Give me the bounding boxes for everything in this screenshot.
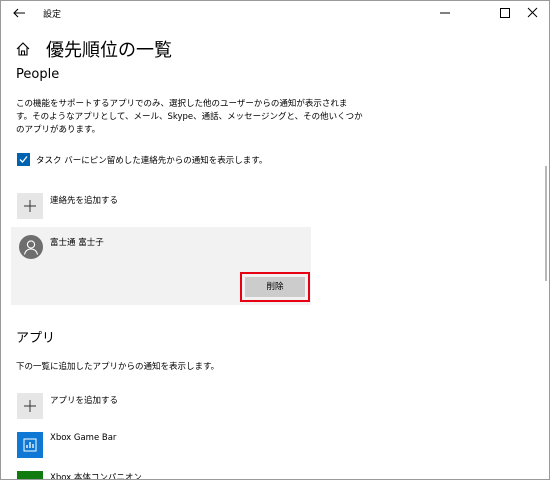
contact-card[interactable]: 富士通 富士子 削除 [11,227,311,305]
people-heading: People [16,67,60,82]
xbox-companion-icon[interactable] [17,471,43,479]
people-description: この機能をサポートするアプリでのみ、選択した他のユーザーからの通知が表示されま … [16,98,521,137]
pinned-contacts-checkbox[interactable] [17,153,30,166]
pinned-contacts-label[interactable]: タスク バーにピン留めした連絡先からの通知を表示します。 [36,154,267,166]
close-icon[interactable] [523,4,543,22]
person-avatar-icon [19,235,43,259]
back-arrow-icon[interactable] [11,5,27,21]
contact-name: 富士通 富士子 [50,238,104,248]
people-description-line: のアプリがあります。 [16,125,101,135]
xbox-game-bar-icon[interactable] [17,432,43,458]
scrollbar[interactable] [545,166,547,281]
window-title: 設定 [43,10,62,20]
minimize-icon[interactable] [435,4,455,22]
apps-heading: アプリ [16,331,56,346]
people-description-line: す。そのようなアプリとして、メール、Skype、通話、メッセージングと、その他い… [16,112,363,122]
checkmark-icon [19,156,28,163]
app-label[interactable]: Xbox 本体コンパニオン [50,471,142,479]
add-app-label[interactable]: アプリを追加する [50,394,118,406]
title-bar: 設定 [1,1,549,27]
people-description-line: この機能をサポートするアプリでのみ、選択した他のユーザーからの通知が表示されま [16,99,348,109]
add-app-button[interactable] [17,393,43,419]
apps-description: 下の一覧に追加したアプリからの通知を表示します。 [16,362,220,372]
settings-window: 設定 優先順位の一覧 People この機能をサポートするアプリでのみ、選択した… [0,0,550,480]
add-contact-button[interactable] [17,193,43,219]
plus-icon [24,400,36,412]
page-title: 優先順位の一覧 [46,40,172,61]
add-contact-label[interactable]: 連絡先を追加する [50,194,118,206]
remove-contact-button[interactable]: 削除 [245,277,305,297]
plus-icon [24,200,36,212]
app-label[interactable]: Xbox Game Bar [50,433,116,443]
highlight-box: 削除 [240,272,310,302]
home-icon[interactable] [15,41,31,57]
maximize-icon[interactable] [495,4,515,22]
